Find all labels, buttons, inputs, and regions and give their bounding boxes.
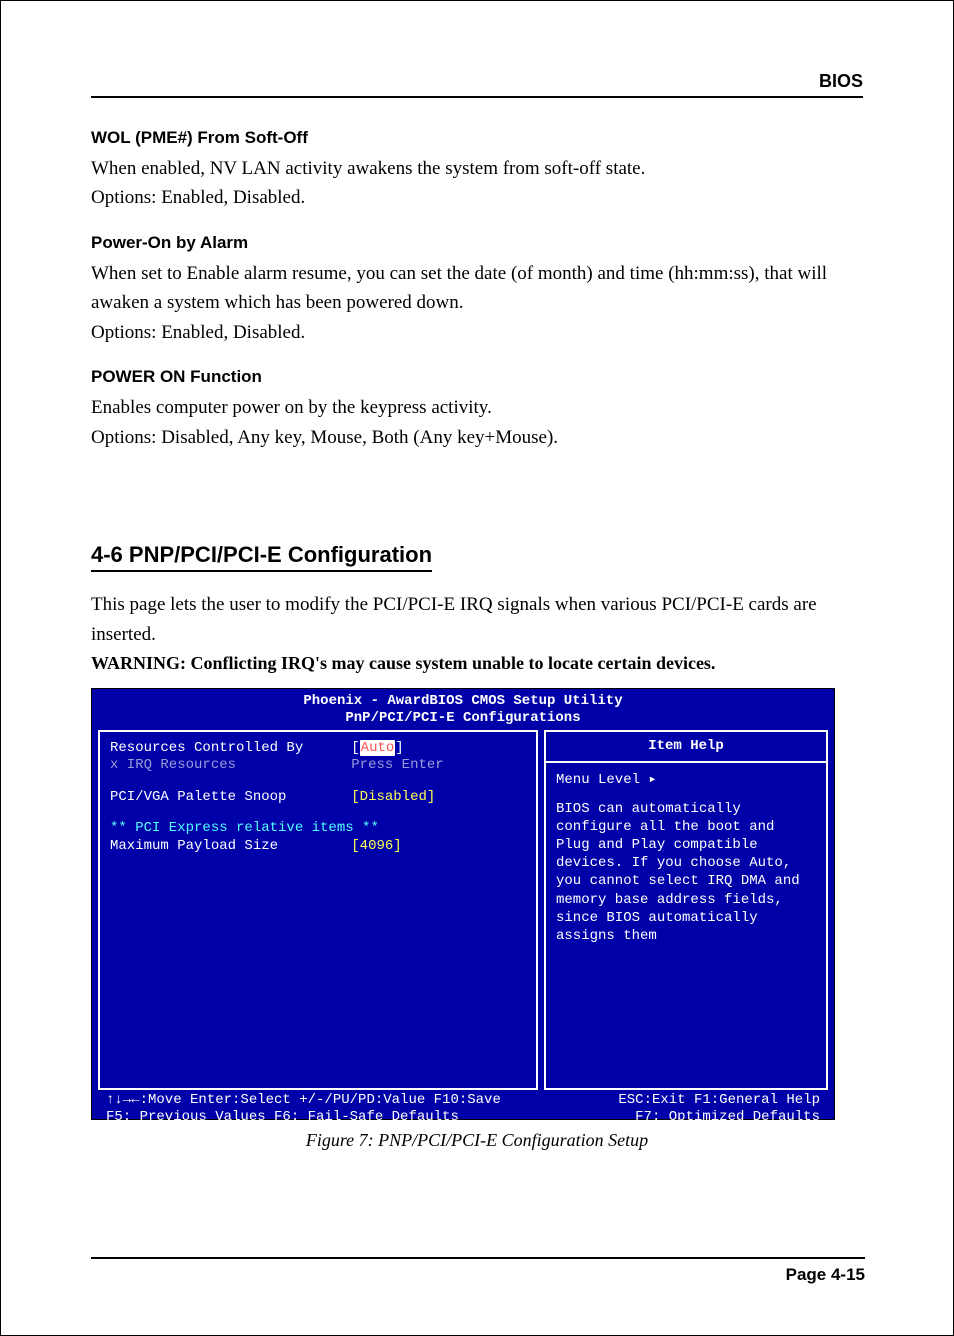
menu-level: Menu Level ▸ (556, 771, 816, 789)
spacer (110, 775, 526, 789)
chapter-intro: This page lets the user to modify the PC… (91, 590, 863, 649)
section-poweron-function: POWER ON Function Enables computer power… (91, 367, 863, 452)
bios-row-irq: x IRQ Resources Press Enter (110, 757, 526, 775)
figure-caption: Figure 7: PNP/PCI/PCI-E Configuration Se… (91, 1130, 863, 1151)
row-label: Maximum Payload Size (110, 838, 351, 856)
bios-body: Resources Controlled By [Auto] x IRQ Res… (92, 730, 834, 1090)
body-text: When set to Enable alarm resume, you can… (91, 259, 863, 318)
row-value: Press Enter (351, 757, 443, 775)
warning-text: WARNING: Conflicting IRQ's may cause sys… (91, 653, 863, 674)
spacer (556, 790, 816, 800)
section-title: WOL (PME#) From Soft-Off (91, 128, 863, 148)
section-title: Power-On by Alarm (91, 233, 863, 253)
footer-right: ESC:Exit F1:General Help (618, 1092, 820, 1110)
bios-row-payload: Maximum Payload Size [4096] (110, 838, 526, 856)
row-value: [4096] (351, 838, 401, 856)
page: BIOS WOL (PME#) From Soft-Off When enabl… (0, 0, 954, 1336)
section-title: POWER ON Function (91, 367, 863, 387)
bios-screenshot: Phoenix - AwardBIOS CMOS Setup Utility P… (91, 688, 835, 1120)
footer-left: F5: Previous Values F6: Fail-Safe Defaul… (106, 1109, 459, 1127)
bios-right-panel: Item Help Menu Level ▸ BIOS can automati… (544, 730, 828, 1090)
row-label: x IRQ Resources (110, 757, 351, 775)
bios-row-resources: Resources Controlled By [Auto] (110, 740, 526, 758)
bios-footer-row1: ↑↓→←:Move Enter:Select +/-/PU/PD:Value F… (106, 1092, 820, 1110)
bios-left-panel: Resources Controlled By [Auto] x IRQ Res… (98, 730, 538, 1090)
body-text: Options: Enabled, Disabled. (91, 318, 863, 347)
row-label: ** PCI Express relative items ** (110, 820, 379, 838)
bios-row-pcie-header: ** PCI Express relative items ** (110, 820, 526, 838)
body-text: Options: Enabled, Disabled. (91, 183, 863, 212)
bios-footer-row2: F5: Previous Values F6: Fail-Safe Defaul… (106, 1109, 820, 1127)
help-body-text: BIOS can automatically configure all the… (556, 800, 816, 946)
body-text: Options: Disabled, Any key, Mouse, Both … (91, 423, 863, 452)
row-label: PCI/VGA Palette Snoop (110, 789, 351, 807)
section-poweron-alarm: Power-On by Alarm When set to Enable ala… (91, 233, 863, 347)
bios-title-line2: PnP/PCI/PCI-E Configurations (92, 710, 834, 728)
body-text: Enables computer power on by the keypres… (91, 393, 863, 422)
bios-title: Phoenix - AwardBIOS CMOS Setup Utility P… (92, 689, 834, 730)
chapter-heading: 4-6 PNP/PCI/PCI-E Configuration (91, 542, 432, 572)
spacer (110, 806, 526, 820)
bios-footer: ↑↓→←:Move Enter:Select +/-/PU/PD:Value F… (92, 1090, 834, 1133)
footer-right: F7: Optimized Defaults (635, 1109, 820, 1127)
page-header: BIOS (91, 71, 863, 98)
row-label: Resources Controlled By (110, 740, 351, 758)
item-help-header: Item Help (546, 732, 826, 764)
bios-title-line1: Phoenix - AwardBIOS CMOS Setup Utility (92, 693, 834, 711)
body-text: When enabled, NV LAN activity awakens th… (91, 154, 863, 183)
footer-left: ↑↓→←:Move Enter:Select +/-/PU/PD:Value F… (106, 1092, 501, 1110)
section-wol: WOL (PME#) From Soft-Off When enabled, N… (91, 128, 863, 213)
row-value: [Disabled] (351, 789, 435, 807)
page-number: Page 4-15 (91, 1257, 865, 1285)
row-value: [Auto] (351, 740, 403, 758)
bios-row-palette: PCI/VGA Palette Snoop [Disabled] (110, 789, 526, 807)
